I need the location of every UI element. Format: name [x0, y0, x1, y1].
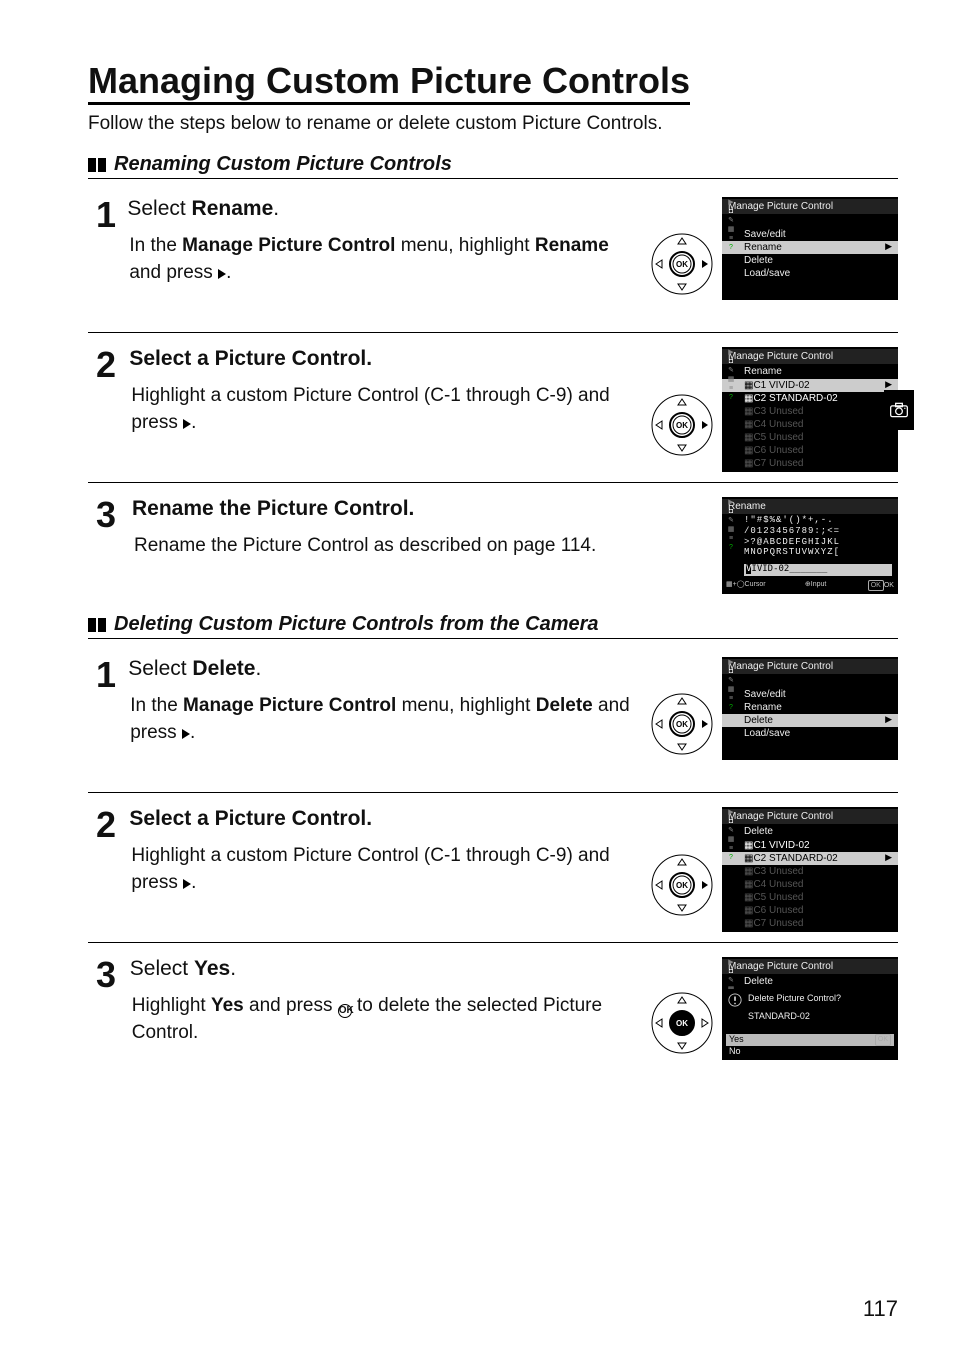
step-heading: Select a Picture Control. [129, 807, 640, 831]
side-tab-camera-icon [884, 390, 914, 430]
svg-text:OK: OK [676, 881, 688, 890]
multi-selector-ok-icon: OK [650, 393, 714, 457]
section-marker-icon [88, 158, 106, 172]
multi-selector-ok-icon: OK [650, 232, 714, 296]
right-arrow-icon [183, 419, 191, 429]
step-number: 3 [96, 957, 130, 993]
delete-step-1: 1 Select Delete. In the Manage Picture C… [88, 643, 898, 793]
multi-selector-ok-icon: OK [650, 692, 714, 756]
lcd-rename-list: ▶◘✎▦≡? Manage Picture Control Rename ▦C1… [722, 347, 898, 472]
lcd-manage-menu-delete: ▶◘✎▦≡? Manage Picture Control Save/edit … [722, 657, 898, 760]
rename-step-3: 3 Rename the Picture Control. Rename the… [88, 483, 898, 613]
ok-button-icon: OK [338, 1004, 352, 1018]
step-number: 1 [96, 657, 128, 693]
step-body: Highlight a custom Picture Control (C-1 … [129, 383, 640, 436]
svg-text:OK: OK [676, 421, 688, 430]
step-number: 1 [96, 197, 127, 233]
step-heading: Rename the Picture Control. [132, 497, 712, 521]
step-heading: Select Delete. [128, 657, 640, 681]
lcd-manage-menu-rename: ▶◘✎▦≡? Manage Picture Control Save/edit … [722, 197, 898, 300]
step-body: Highlight Yes and press OK to delete the… [130, 993, 640, 1046]
multi-selector-ok-icon: OK [650, 991, 714, 1055]
svg-text:OK: OK [676, 720, 688, 729]
lcd-rename-keyboard: ▶◘✎▦≡? Rename !"#$%&'()*+,-. /0123456789… [722, 497, 898, 594]
step-heading: Select Yes. [130, 957, 640, 981]
delete-step-2: 2 Select a Picture Control. Highlight a … [88, 793, 898, 943]
section-marker-icon [88, 618, 106, 632]
step-body: Rename the Picture Control as described … [132, 533, 712, 560]
step-number: 2 [96, 347, 129, 383]
section-renaming-heading: Renaming Custom Picture Controls [88, 153, 898, 179]
page-number: 117 [863, 1296, 898, 1322]
svg-text:OK: OK [676, 1019, 688, 1028]
warning-icon [728, 993, 742, 1007]
right-arrow-icon [183, 879, 191, 889]
step-heading: Select a Picture Control. [129, 347, 640, 371]
page-title: Managing Custom Picture Controls [88, 60, 690, 105]
step-number: 2 [96, 807, 129, 843]
delete-step-3: 3 Select Yes. Highlight Yes and press OK… [88, 943, 898, 1093]
step-body: In the Manage Picture Control menu, high… [127, 233, 640, 286]
rename-step-2: 2 Select a Picture Control. Highlight a … [88, 333, 898, 483]
step-heading: Select Rename. [127, 197, 640, 221]
step-body: In the Manage Picture Control menu, high… [128, 693, 640, 746]
lcd-delete-list: ▶◘✎▦≡? Manage Picture Control Delete ▦C1… [722, 807, 898, 932]
right-arrow-icon [182, 729, 190, 739]
rename-step-1: 1 Select Rename. In the Manage Picture C… [88, 183, 898, 333]
step-body: Highlight a custom Picture Control (C-1 … [129, 843, 640, 896]
section-deleting-heading: Deleting Custom Picture Controls from th… [88, 613, 898, 639]
lcd-delete-confirm: ▶◘✎▦≡ Manage Picture Control Delete Dele… [722, 957, 898, 1060]
multi-selector-ok-icon: OK [650, 853, 714, 917]
right-arrow-icon [218, 269, 226, 279]
svg-text:OK: OK [676, 260, 688, 269]
step-number: 3 [96, 497, 132, 533]
intro-text: Follow the steps below to rename or dele… [88, 113, 898, 135]
